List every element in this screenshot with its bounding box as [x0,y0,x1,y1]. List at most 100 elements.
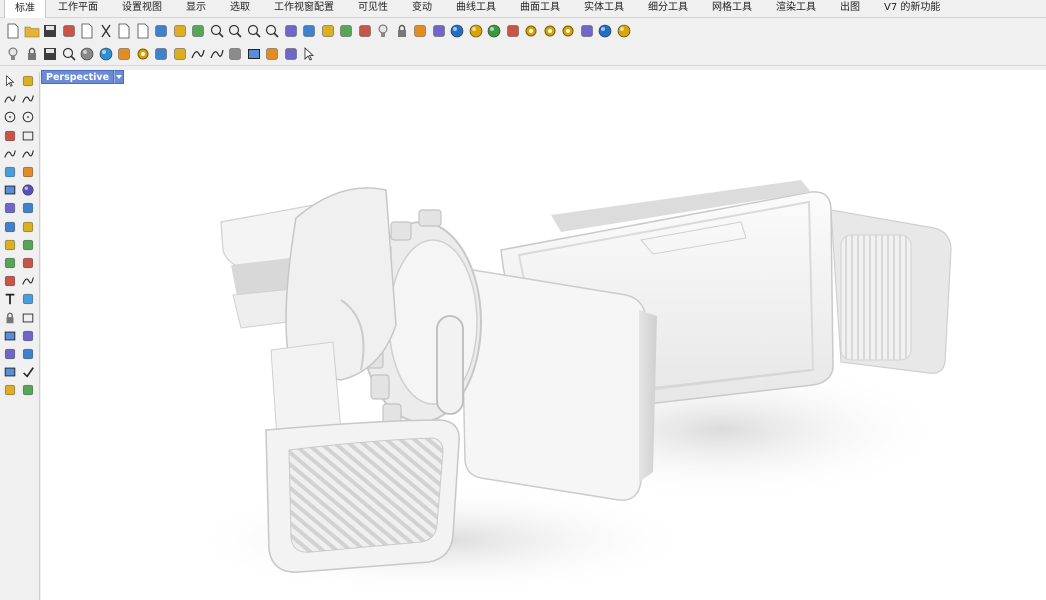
save-icon[interactable] [41,22,59,40]
analyze-icon[interactable] [1,381,19,399]
render-icon[interactable] [19,381,37,399]
named-views-icon[interactable] [356,22,374,40]
zoom-icon[interactable] [208,22,226,40]
dimension-icon[interactable] [19,290,37,308]
extrude-icon[interactable] [1,163,19,181]
array-icon[interactable] [1,345,19,363]
tab-2[interactable]: 设置视图 [110,0,174,17]
layout-icon[interactable] [19,309,37,327]
gear-group-icon[interactable] [134,45,152,63]
paint-bucket-icon[interactable] [1,254,19,272]
blend-icon[interactable] [226,45,244,63]
zoom-extents-icon[interactable] [245,22,263,40]
import-icon[interactable] [78,22,96,40]
bulb-off-icon[interactable] [4,45,22,63]
save-small-icon[interactable] [41,45,59,63]
highlight-icon[interactable] [504,22,522,40]
tab-10[interactable]: 实体工具 [572,0,636,17]
explode-icon[interactable] [19,218,37,236]
tab-9[interactable]: 曲面工具 [508,0,572,17]
tab-3[interactable]: 显示 [174,0,218,17]
tab-13[interactable]: 渲染工具 [764,0,828,17]
color-rings-icon[interactable] [115,45,133,63]
zoom-selected-icon[interactable] [263,22,281,40]
tab-5[interactable]: 工作视窗配置 [262,0,346,17]
settings-panel-icon[interactable] [578,22,596,40]
new-file-icon[interactable] [4,22,22,40]
revolve-icon[interactable] [19,163,37,181]
help-icon[interactable] [615,22,633,40]
zoom-frame-icon[interactable] [60,45,78,63]
copy-icon[interactable] [115,22,133,40]
box-icon[interactable] [1,181,19,199]
perspective-viewport[interactable]: Perspective [41,70,1046,600]
fillet-icon[interactable] [1,272,19,290]
dashed-arrow-icon[interactable] [300,45,318,63]
surface-plane-icon[interactable] [19,199,37,217]
line-icon[interactable] [19,327,37,345]
gear-icon[interactable] [522,22,540,40]
layer-shield-icon[interactable] [411,22,429,40]
ellipse-icon[interactable] [19,108,37,126]
sphere-blue-small-icon[interactable] [97,45,115,63]
viewport-properties-icon[interactable] [337,22,355,40]
tab-0[interactable]: 标准 [4,0,46,18]
lock-small-icon[interactable] [23,45,41,63]
lock-icon[interactable] [393,22,411,40]
wave-icon[interactable] [208,45,226,63]
tab-7[interactable]: 变动 [400,0,444,17]
select-arrow-icon[interactable] [1,72,19,90]
check-icon[interactable] [19,363,37,381]
wrap-icon[interactable] [282,45,300,63]
polyline-icon[interactable] [1,90,19,108]
polygon-icon[interactable] [1,127,19,145]
tab-1[interactable]: 工作平面 [46,0,110,17]
offset-icon[interactable] [1,236,19,254]
sphere-blue-icon[interactable] [485,22,503,40]
viewport-title[interactable]: Perspective [41,70,115,84]
rectangle-icon[interactable] [19,127,37,145]
gear-render-icon[interactable] [559,22,577,40]
tab-8[interactable]: 曲线工具 [444,0,508,17]
mirror-box-icon[interactable] [1,363,19,381]
undo-view-icon[interactable] [282,22,300,40]
gear-options-icon[interactable] [541,22,559,40]
cylinder-icon[interactable] [1,199,19,217]
point-icon[interactable] [19,72,37,90]
paste-icon[interactable] [134,22,152,40]
globe-icon[interactable] [596,22,614,40]
tab-6[interactable]: 可见性 [346,0,400,17]
curve-icon[interactable] [189,45,207,63]
tab-14[interactable]: 出图 [828,0,872,17]
box-3d-icon[interactable] [245,45,263,63]
sphere-gray-icon[interactable] [78,45,96,63]
open-folder-icon[interactable] [23,22,41,40]
four-viewports-icon[interactable] [300,22,318,40]
sphere-icon[interactable] [19,181,37,199]
boolean-icon[interactable] [1,218,19,236]
blend-curve-icon[interactable] [19,272,37,290]
tab-15[interactable]: V7 的新功能 [872,0,952,17]
light-bulb-icon[interactable] [374,22,392,40]
viewport-tab[interactable]: Perspective [41,70,125,84]
tab-11[interactable]: 细分工具 [636,0,700,17]
block-icon[interactable] [1,309,19,327]
mirror-icon[interactable] [171,45,189,63]
group-icon[interactable] [19,254,37,272]
cut-icon[interactable] [97,22,115,40]
trim-icon[interactable] [19,236,37,254]
surface-icon[interactable] [263,45,281,63]
solid-box-icon[interactable] [1,327,19,345]
fillet-curve-icon[interactable] [19,145,37,163]
print-icon[interactable] [60,22,78,40]
zoom-window-icon[interactable] [226,22,244,40]
viewport-menu-arrow-icon[interactable] [114,70,125,84]
move-icon[interactable] [19,345,37,363]
sphere-rendered-icon[interactable] [467,22,485,40]
sphere-shaded-icon[interactable] [448,22,466,40]
tab-4[interactable]: 选取 [218,0,262,17]
curve-cp-icon[interactable] [19,90,37,108]
undo-icon[interactable] [152,22,170,40]
car-icon[interactable] [319,22,337,40]
circle-icon[interactable] [1,108,19,126]
